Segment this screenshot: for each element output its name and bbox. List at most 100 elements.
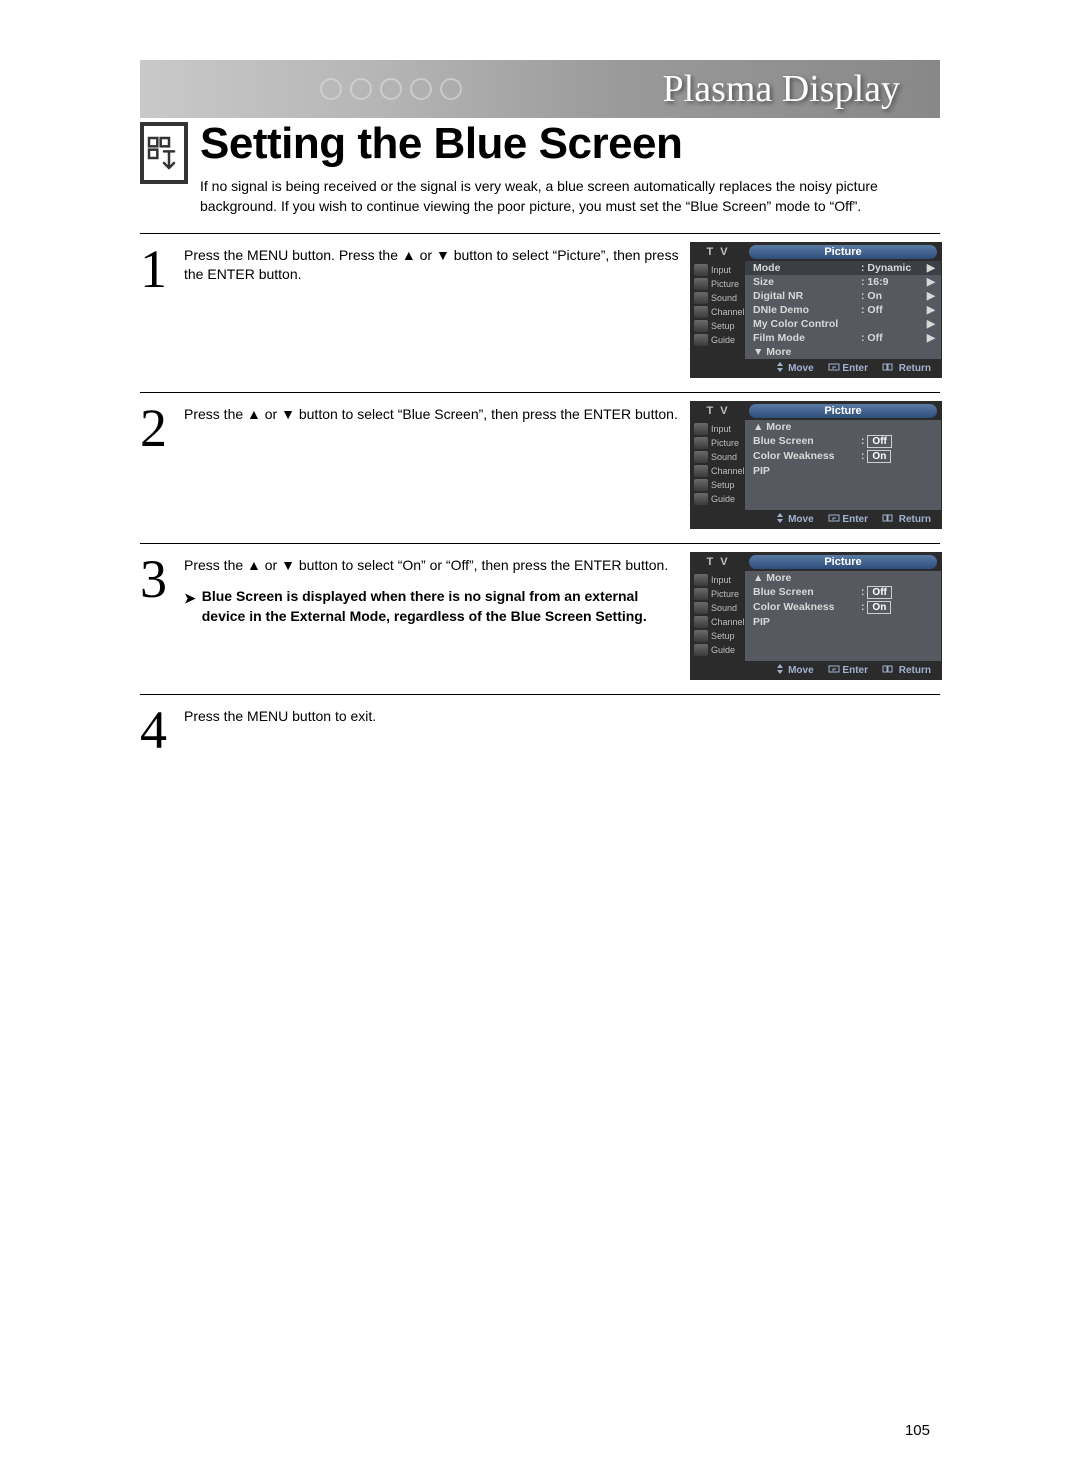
osd-side-item[interactable]: Sound	[691, 601, 745, 615]
step-text: Press the MENU button to exit.	[184, 707, 680, 727]
osd-side-label: Guide	[711, 335, 735, 345]
osd-side-label: Channel	[711, 307, 745, 317]
osd-side-icon	[694, 616, 708, 628]
osd-side-label: Picture	[711, 438, 739, 448]
osd-section-pill: Picture	[749, 245, 937, 259]
osd-row[interactable]: ▲ More	[745, 420, 941, 434]
osd-side-item[interactable]: Picture	[691, 277, 745, 291]
osd-row[interactable]: Blue Screen: Off	[745, 585, 941, 600]
osd-side-label: Input	[711, 265, 731, 275]
osd-side-icon	[694, 278, 708, 290]
osd-sidebar: Input Picture SoundChannel Setup Guide	[691, 571, 745, 661]
osd-row-label: Blue Screen	[753, 586, 861, 598]
osd-side-label: Picture	[711, 279, 739, 289]
osd-main: Mode: Dynamic▶Size: 16:9▶Digital NR: On▶…	[745, 261, 941, 359]
settings-icon	[140, 122, 188, 184]
osd-side-item[interactable]: Input	[691, 422, 745, 436]
osd-side-label: Sound	[711, 452, 737, 462]
osd-move-hint: Move	[775, 362, 813, 374]
step-note: ➤ Blue Screen is displayed when there is…	[184, 587, 680, 626]
osd-side-item[interactable]: Channel	[691, 615, 745, 629]
osd-side-label: Setup	[711, 321, 735, 331]
osd-return-hint: Return	[882, 664, 931, 676]
osd-row-label: My Color Control	[753, 318, 861, 330]
osd-side-icon	[694, 306, 708, 318]
osd-row[interactable]: PIP	[745, 464, 941, 478]
osd-side-icon	[694, 479, 708, 491]
osd-side-item[interactable]: Setup	[691, 629, 745, 643]
step-number: 2	[140, 401, 174, 529]
osd-side-icon	[694, 451, 708, 463]
osd-side-icon	[694, 437, 708, 449]
osd-side-icon	[694, 334, 708, 346]
osd-side-item[interactable]: Guide	[691, 643, 745, 657]
osd-row[interactable]: Size: 16:9▶	[745, 275, 941, 289]
osd-side-item[interactable]: Setup	[691, 478, 745, 492]
osd-side-label: Setup	[711, 631, 735, 641]
osd-move-hint: Move	[775, 664, 813, 676]
osd-row-label: ▼ More	[753, 346, 861, 358]
osd-row[interactable]: Film Mode: Off▶	[745, 331, 941, 345]
osd-side-item[interactable]: Setup	[691, 319, 745, 333]
osd-side-item[interactable]: Sound	[691, 450, 745, 464]
note-arrow-icon: ➤	[184, 589, 196, 626]
osd-side-label: Input	[711, 424, 731, 434]
step-text: Press the ▲ or ▼ button to select “On” o…	[184, 556, 680, 576]
osd-side-icon	[694, 465, 708, 477]
osd-row[interactable]: My Color Control▶	[745, 317, 941, 331]
osd-move-hint: Move	[775, 513, 813, 525]
intro-text: If no signal is being received or the si…	[200, 176, 940, 217]
osd-side-item[interactable]: Guide	[691, 333, 745, 347]
osd-screenshot-2: T VPictureInputPictureSoundChannelSetupG…	[690, 401, 940, 529]
step-number: 1	[140, 242, 174, 378]
osd-section-pill: Picture	[749, 555, 937, 569]
osd-side-label: Picture	[711, 589, 739, 599]
osd-side-icon	[694, 574, 708, 586]
osd-return-hint: Return	[882, 362, 931, 374]
osd-row-value: : Off	[861, 435, 925, 448]
osd-side-item[interactable]: Sound	[691, 291, 745, 305]
osd-row-value: : On	[861, 290, 925, 302]
osd-row[interactable]: DNIe Demo: Off▶	[745, 303, 941, 317]
osd-side-item[interactable]: Channel	[691, 305, 745, 319]
osd-row[interactable]: ▲ More	[745, 571, 941, 585]
osd-row[interactable]: Digital NR: On▶	[745, 289, 941, 303]
osd-enter-hint: Enter	[828, 362, 868, 374]
banner-text: Plasma Display	[663, 67, 900, 111]
osd-row-label: Size	[753, 276, 861, 288]
osd-side-icon	[694, 320, 708, 332]
osd-screenshot-1: T VPictureInputPictureSoundChannelSetupG…	[690, 242, 940, 378]
osd-row-value: : Off	[861, 332, 925, 344]
osd-side-item[interactable]: Guide	[691, 492, 745, 506]
osd-side-icon	[694, 602, 708, 614]
osd-side-icon	[694, 588, 708, 600]
osd-enter-hint: Enter	[828, 513, 868, 525]
osd-row[interactable]: Mode: Dynamic▶	[745, 261, 941, 275]
osd-row-label: Film Mode	[753, 332, 861, 344]
chevron-right-icon: ▶	[925, 332, 935, 344]
step-text: Press the MENU button. Press the ▲ or ▼ …	[184, 246, 680, 285]
osd-row[interactable]: Color Weakness: On	[745, 449, 941, 464]
banner: Plasma Display	[140, 60, 940, 118]
osd-side-label: Guide	[711, 494, 735, 504]
osd-sidebar: Input Picture Sound ChannelSetup Guide	[691, 420, 745, 510]
osd-side-item[interactable]: Channel	[691, 464, 745, 478]
osd-side-item[interactable]: Picture	[691, 587, 745, 601]
osd-row-label: Digital NR	[753, 290, 861, 302]
osd-menu: T VPictureInputPictureSoundChannelSetupG…	[690, 401, 942, 529]
osd-row-label: Blue Screen	[753, 435, 861, 447]
page-number: 105	[905, 1422, 930, 1439]
osd-side-item[interactable]: Input	[691, 573, 745, 587]
osd-menu: T VPictureInputPictureSoundChannelSetupG…	[690, 242, 942, 378]
osd-row-label: PIP	[753, 465, 861, 477]
osd-row[interactable]: ▼ More	[745, 345, 941, 359]
step-1: 1 Press the MENU button. Press the ▲ or …	[140, 233, 940, 392]
osd-row[interactable]: Color Weakness: On	[745, 600, 941, 615]
osd-row-label: Mode	[753, 262, 861, 274]
osd-side-item[interactable]: Picture	[691, 436, 745, 450]
osd-row[interactable]: PIP	[745, 615, 941, 629]
step-text: Press the ▲ or ▼ button to select “Blue …	[184, 405, 680, 425]
osd-side-item[interactable]: Input	[691, 263, 745, 277]
osd-row[interactable]: Blue Screen: Off	[745, 434, 941, 449]
osd-main: ▲ MoreBlue Screen: OffColor Weakness: On…	[745, 571, 941, 661]
